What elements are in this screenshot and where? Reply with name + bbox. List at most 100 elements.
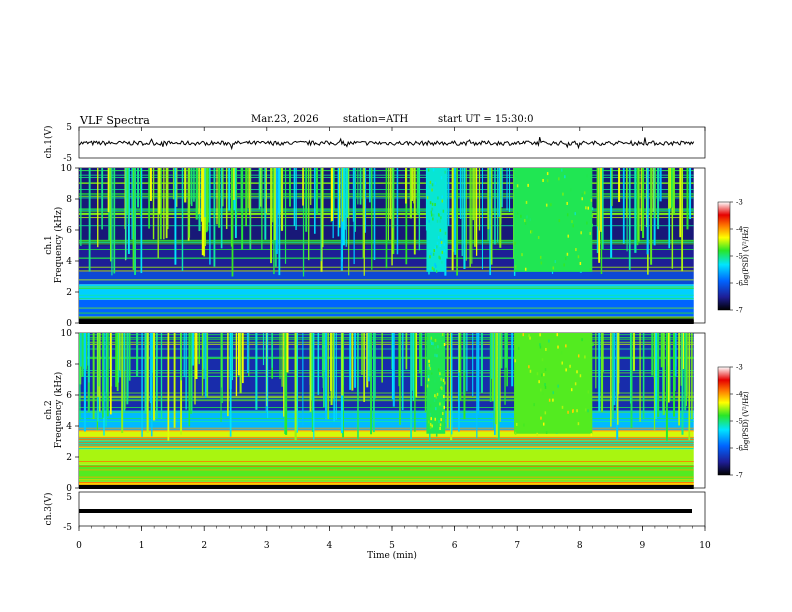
spec-streak <box>344 168 346 230</box>
spec-streak <box>280 168 284 231</box>
spec-emission-speck <box>432 342 434 346</box>
spec-emission-speck <box>430 339 432 343</box>
spec-streak <box>203 333 205 369</box>
spec-streak <box>196 168 198 212</box>
spec-streak <box>265 168 267 214</box>
spec-streak <box>271 333 273 368</box>
spec-emission-speck <box>429 412 432 416</box>
spec-tone-line <box>79 411 694 413</box>
spec-emission-speck <box>436 392 439 396</box>
spec-streak <box>670 168 673 208</box>
spec-emission-speck <box>565 344 567 348</box>
spec-tone-line <box>79 446 694 447</box>
spec-streak <box>121 333 124 434</box>
spec-emission-speck <box>548 339 550 343</box>
spec-emission-speck <box>592 343 594 347</box>
spec-emission-speck <box>585 206 587 210</box>
spec-emission-speck <box>426 336 429 340</box>
spec-emission-speck <box>443 249 446 253</box>
spec-emission-speck <box>523 219 526 223</box>
spec-streak <box>494 168 496 245</box>
colorbar-ch1: -3-4-5-6-7 log(PSD) (V²/Hz) <box>717 199 750 315</box>
spec-emission-speck <box>565 368 567 372</box>
spec-dc-line <box>79 484 694 489</box>
spec-streak <box>92 333 95 420</box>
spec-streak <box>281 333 283 387</box>
spec-streak <box>109 333 112 415</box>
spec-streak <box>349 333 351 390</box>
spec-emission-speck <box>434 394 436 398</box>
spec-streak <box>651 333 654 376</box>
spec-streak <box>246 333 249 374</box>
spec-tone-line <box>79 431 694 432</box>
spec-emission-speck <box>441 250 444 254</box>
spec-streak <box>229 333 232 437</box>
spec-tone-line <box>79 427 694 429</box>
spec1-ylabel: Frequency (kHz) <box>53 207 64 284</box>
spec-streak <box>132 168 135 270</box>
spec-emission-speck <box>586 221 588 225</box>
spec-streak <box>239 333 242 394</box>
spec-streak <box>183 333 185 378</box>
spec-tone-line <box>79 294 694 296</box>
spec-emission-speck <box>591 213 594 217</box>
spec-streak <box>231 333 234 381</box>
spec-streak <box>111 168 113 276</box>
spec-streak <box>633 333 635 372</box>
spec-streak <box>188 333 191 427</box>
spec-streak <box>617 333 619 425</box>
spec-streak <box>672 168 675 215</box>
spec-streak <box>396 168 399 255</box>
spec-ytick-label: 6 <box>66 226 72 236</box>
spec-streak <box>190 333 192 414</box>
spec-emission-speck <box>576 409 578 413</box>
ch3-ylabel: ch.3(V) <box>43 493 54 526</box>
ch3-ytick-top: 5 <box>66 493 72 503</box>
spec-emission-speck <box>576 370 578 374</box>
spec-streak <box>642 333 645 420</box>
spec-streak <box>630 333 633 428</box>
spec-emission-speck <box>435 395 438 399</box>
spec-streak <box>166 168 169 230</box>
spec-streak <box>216 168 218 225</box>
x-tick-label: 7 <box>514 541 520 551</box>
spec-streak <box>469 168 471 268</box>
spec-emission-speck <box>577 354 580 358</box>
spec-ytick-label: 4 <box>66 422 72 432</box>
spec-streak <box>477 333 480 415</box>
spec-streak <box>335 333 337 420</box>
spec-streak <box>144 333 147 414</box>
spec-streak <box>204 168 206 218</box>
spec-streak <box>642 168 645 239</box>
spec-streak <box>198 333 200 365</box>
spec-emission-speck <box>557 345 559 349</box>
spec-streak <box>289 168 291 207</box>
spec-emission-speck <box>572 409 574 413</box>
spec-tone-line <box>79 312 694 314</box>
spec-emission-speck <box>439 388 441 392</box>
spec2-channel-label: ch.2 <box>44 400 54 419</box>
spec-streak <box>206 168 209 231</box>
spec-tone-line <box>79 317 694 319</box>
spec-streak <box>137 168 140 208</box>
spec-emission-speck <box>556 333 559 337</box>
spec-streak <box>618 168 621 203</box>
spec-emission-speck <box>440 216 442 220</box>
spec-streak <box>131 168 133 240</box>
spec-emission-speck <box>526 215 528 219</box>
spec-streak <box>475 168 478 256</box>
spec-emission-speck <box>438 255 440 259</box>
spec-ytick-label: 10 <box>61 164 73 174</box>
spec-emission-speck <box>435 433 438 437</box>
spec-streak <box>88 168 91 272</box>
spec-emission-speck <box>441 386 443 390</box>
spec-emission-speck <box>440 418 442 422</box>
spec-emission-speck <box>429 201 432 205</box>
x-tick-label: 3 <box>264 541 270 551</box>
spec-emission-speck <box>589 231 591 235</box>
spec-emission-speck <box>434 353 436 357</box>
spec-streak <box>381 333 383 383</box>
spec-emission-speck <box>440 176 443 180</box>
spec-emission-speck <box>443 242 445 246</box>
spec-streak <box>668 333 670 403</box>
